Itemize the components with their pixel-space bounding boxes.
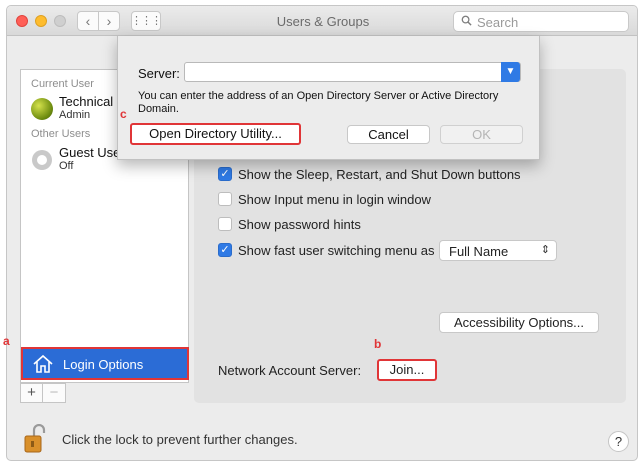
search-field[interactable]: Search (453, 11, 629, 32)
updown-chevron-icon: ⇕ (540, 244, 550, 256)
sleep-restart-option[interactable]: ✓ Show the Sleep, Restart, and Shut Down… (218, 165, 521, 183)
remove-user-button[interactable]: − (43, 384, 65, 402)
network-account-server-label: Network Account Server: (218, 363, 362, 378)
option-label: Show password hints (238, 216, 361, 232)
checkbox-checked[interactable]: ✓ (218, 167, 232, 181)
annotation-b: b (374, 337, 382, 351)
option-label: Show Input menu in login window (238, 191, 431, 207)
user-role: Admin (59, 109, 91, 121)
ok-button[interactable]: OK (440, 125, 523, 144)
network-server-sheet: Server: ▼ You can enter the address of a… (117, 36, 540, 160)
join-button[interactable]: Join... (377, 359, 437, 381)
help-button[interactable]: ? (608, 431, 629, 452)
search-placeholder: Search (477, 15, 519, 30)
annotation-c: c (120, 107, 127, 121)
add-user-button[interactable]: + (21, 384, 43, 402)
server-help-text: You can enter the address of an Open Dir… (138, 90, 499, 115)
login-options-item[interactable]: Login Options (21, 347, 189, 380)
server-input[interactable] (185, 63, 500, 81)
avatar (31, 98, 53, 120)
other-users-header: Other Users (31, 128, 91, 140)
cancel-button[interactable]: Cancel (347, 125, 430, 144)
search-icon (461, 15, 472, 26)
add-remove-control: + − (20, 383, 66, 403)
server-label: Server: (138, 66, 180, 81)
checkbox-checked[interactable]: ✓ (218, 243, 232, 257)
fast-user-switching-option[interactable]: ✓ Show fast user switching menu as (218, 241, 435, 259)
guest-user-icon (32, 150, 52, 170)
lock-status-text: Click the lock to prevent further change… (62, 432, 298, 447)
title-bar: ‹ › ⋮⋮⋮ Users & Groups Search (7, 6, 637, 36)
checkbox-unchecked[interactable] (218, 192, 232, 206)
option-label: Show the Sleep, Restart, and Shut Down b… (238, 166, 521, 182)
accessibility-options-button[interactable]: Accessibility Options... (439, 312, 599, 333)
input-menu-option[interactable]: Show Input menu in login window (218, 190, 431, 208)
open-directory-utility-button[interactable]: Open Directory Utility... (130, 123, 301, 145)
checkbox-unchecked[interactable] (218, 217, 232, 231)
password-hints-option[interactable]: Show password hints (218, 215, 361, 233)
server-combo-box[interactable]: ▼ (184, 62, 521, 82)
chevron-down-icon[interactable]: ▼ (501, 62, 520, 82)
option-label: Show fast user switching menu as (238, 242, 435, 258)
users-groups-window: ‹ › ⋮⋮⋮ Users & Groups Search Current Us… (6, 5, 638, 461)
select-value: Full Name (449, 244, 509, 259)
user-role: Off (59, 160, 74, 172)
annotation-a: a (3, 334, 10, 348)
home-icon (33, 354, 53, 373)
fast-switching-select[interactable]: Full Name ⇕ (439, 240, 557, 261)
current-user-header: Current User (31, 78, 94, 90)
lock-icon[interactable] (24, 424, 46, 454)
login-options-label: Login Options (63, 357, 144, 372)
